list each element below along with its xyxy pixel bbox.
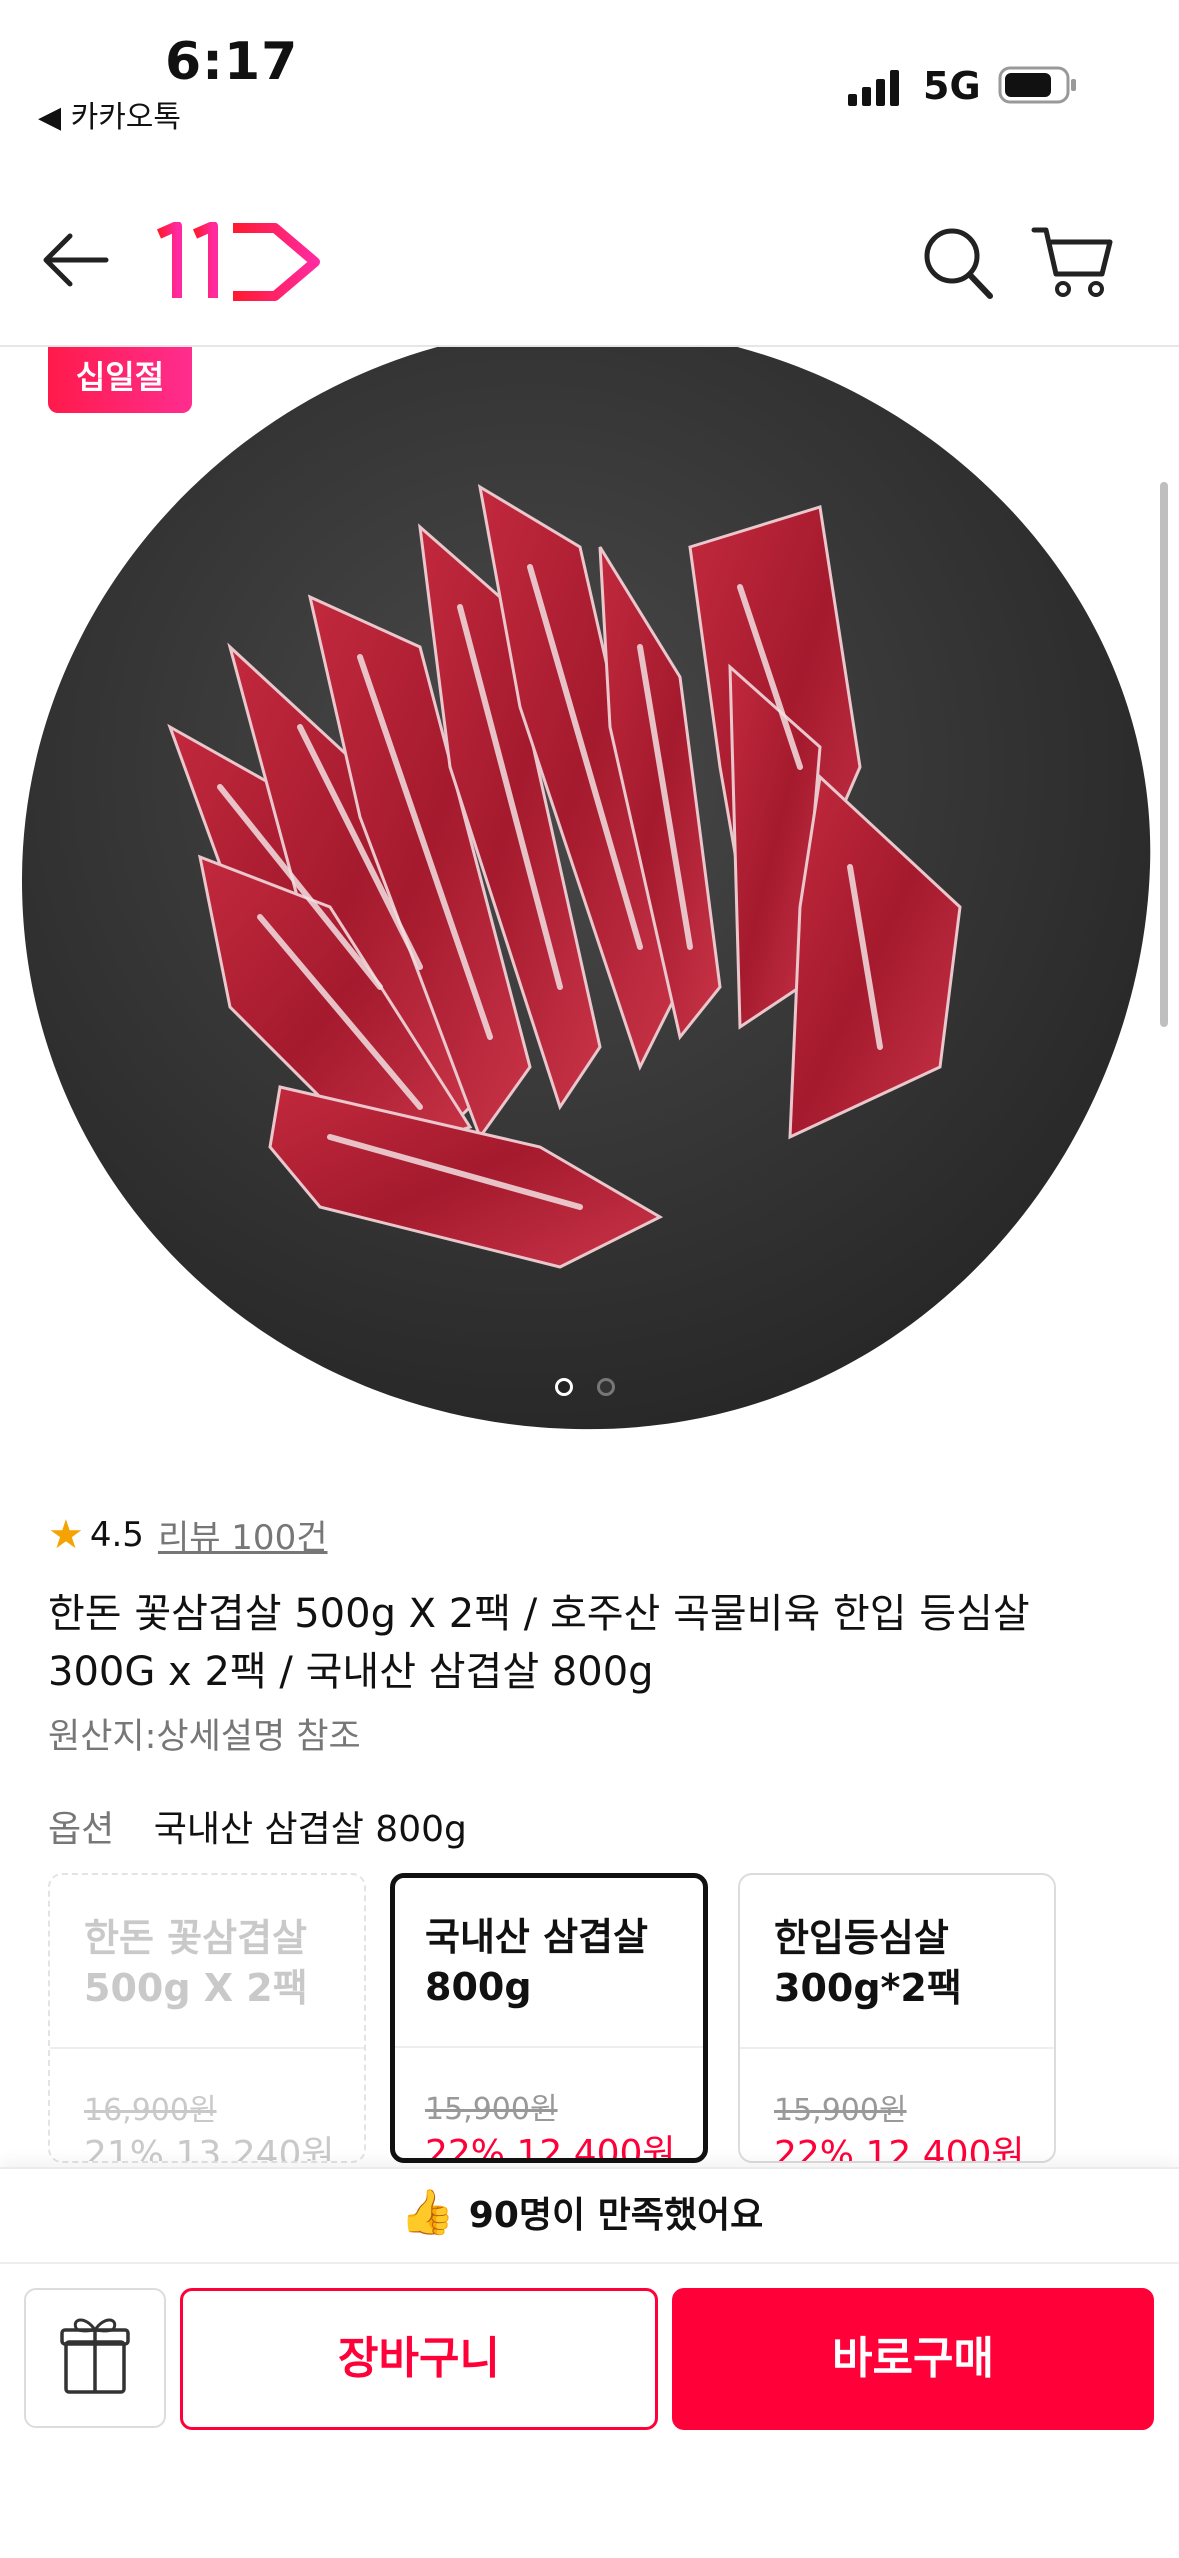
network-type: 5G [923,64,981,108]
satisfaction-message: 👍 90명이 만족했어요 [400,2186,763,2238]
back-to-app-link[interactable]: ◀ 카카오톡 [38,92,181,136]
carousel-dot[interactable] [597,1378,615,1396]
gift-icon [60,2318,130,2394]
option-label: 옵션 [48,1809,115,1850]
rating-value: 4.5 [89,1514,144,1555]
page-scrollbar[interactable] [1160,482,1168,1027]
option-card[interactable]: 한입등심살 300g*2팩 15,900원 22% 12,400원 [738,1873,1056,2163]
cart-icon[interactable] [1030,222,1115,302]
original-price: 15,900원 [774,2093,907,2128]
satisfaction-text: 90명이 만족했어요 [468,2195,764,2236]
carousel-dot-active[interactable] [555,1378,573,1396]
status-time: 6:17 [165,32,299,92]
battery-icon [998,66,1076,104]
gift-button[interactable] [24,2288,166,2428]
search-icon[interactable] [920,222,995,302]
divider [50,2047,364,2049]
sale-price: 22% 12,400원 [425,2133,676,2163]
option-card-selected[interactable]: 국내산 삼겹살 800g 15,900원 22% 12,400원 [390,1873,708,2163]
option-card-disabled: 한돈 꽃삼겹살 500g X 2팩 16,900원 21% 13,240원 [48,1873,366,2163]
option-name: 한돈 꽃삼겹살 500g X 2팩 [84,1916,308,2010]
product-title: 한돈 꽃삼겹살 500g X 2팩 / 호주산 곡물비육 한입 등심살 300G… [48,1591,1030,1695]
add-to-cart-button[interactable]: 장바구니 [180,2288,658,2430]
thumbs-up-icon: 👍 [400,2187,455,2238]
cellular-signal-icon [848,70,899,106]
product-image-carousel[interactable] [0,347,1179,1437]
original-price: 16,900원 [84,2093,217,2128]
origin-info: 원산지:상세설명 참조 [48,1717,361,1757]
rating-row: ★ 4.5 리뷰 100건 [48,1510,327,1559]
buy-now-button[interactable]: 바로구매 [672,2288,1154,2430]
review-link[interactable]: 리뷰 100건 [158,1510,328,1559]
brand-logo[interactable] [155,222,325,302]
divider [740,2047,1054,2049]
divider [395,2046,703,2048]
sale-price: 22% 12,400원 [774,2134,1025,2163]
promo-badge: 십일절 [48,347,192,413]
carousel-indicator [555,1378,625,1402]
back-arrow-icon[interactable] [40,230,110,290]
option-name: 한입등심살 300g*2팩 [774,1916,962,2010]
option-summary: 옵션 국내산 삼겹살 800g [48,1800,467,1852]
original-price: 15,900원 [425,2092,558,2127]
sale-price: 21% 13,240원 [84,2134,335,2163]
product-image [21,347,1151,1430]
star-icon: ★ [48,1511,84,1558]
option-name: 국내산 삼겹살 800g [425,1915,648,2009]
selected-option: 국내산 삼겹살 800g [153,1809,467,1850]
